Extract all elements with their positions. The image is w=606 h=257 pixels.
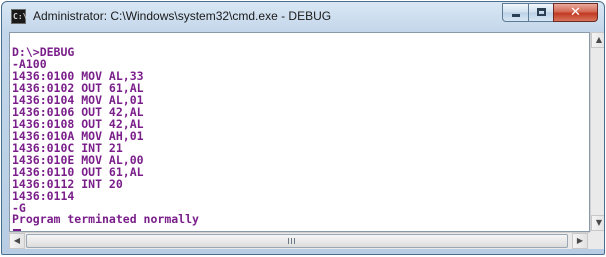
title-bar[interactable]: C:\ Administrator: C:\Windows\system32\c… [2,2,604,32]
console-output[interactable]: D:\>DEBUG -A100 1436:0100 MOV AL,33 1436… [9,32,590,232]
horizontal-scrollbar[interactable]: ◀ ▶ [9,232,590,249]
window-title: Administrator: C:\Windows\system32\cmd.e… [33,9,332,23]
command-prompt-window: C:\ Administrator: C:\Windows\system32\c… [1,1,605,255]
vertical-scrollbar[interactable]: ▲ ▼ [590,32,604,232]
scroll-down-button[interactable]: ▼ [591,215,604,231]
cmd-icon[interactable]: C:\ [11,9,27,24]
close-button[interactable]: ✕ [553,3,598,22]
maximize-icon [537,8,546,16]
text-cursor [13,229,21,231]
resize-grip[interactable] [590,232,604,249]
minimize-icon [512,14,520,17]
scroll-up-button[interactable]: ▲ [591,32,604,48]
maximize-button[interactable] [528,3,554,22]
horizontal-scroll-thumb[interactable] [26,234,568,248]
grip-icon [288,238,296,244]
minimize-button[interactable] [502,3,529,22]
close-icon: ✕ [570,5,581,20]
scroll-right-button[interactable]: ▶ [572,233,588,249]
console-line: Program terminated normally [12,212,199,226]
scroll-left-button[interactable]: ◀ [9,233,25,249]
